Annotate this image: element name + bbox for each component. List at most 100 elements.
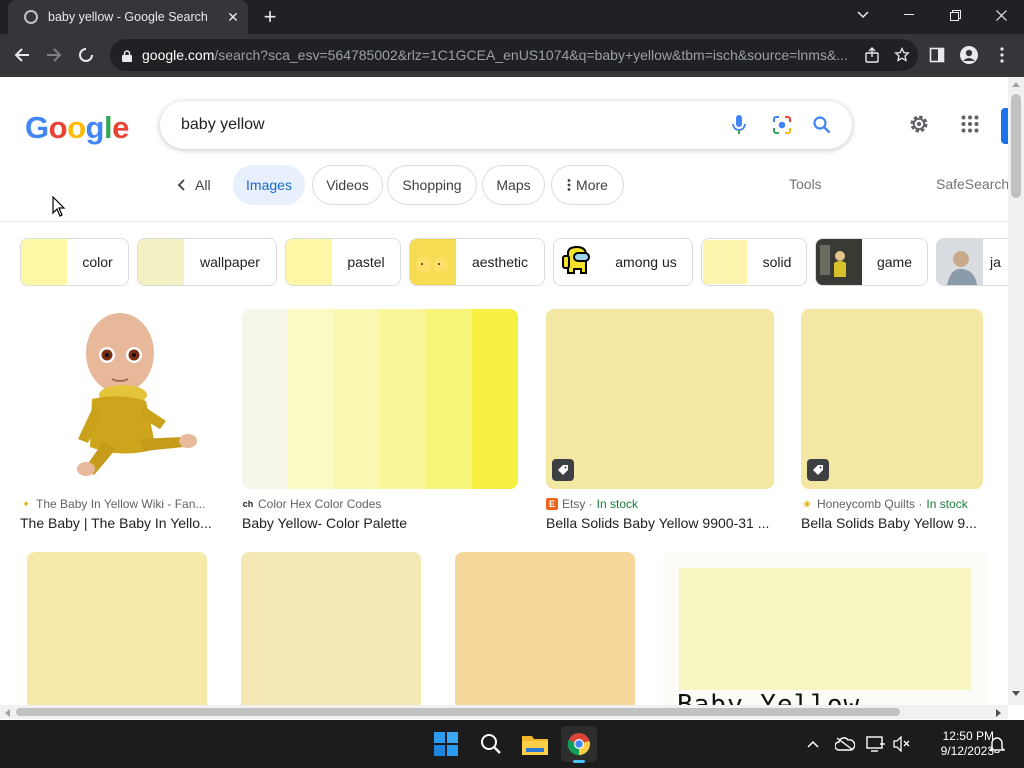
notification-bell-icon[interactable] (985, 732, 1009, 756)
google-logo[interactable]: Google (25, 110, 129, 146)
safesearch-button[interactable]: SafeSearch (936, 176, 1009, 192)
search-icon[interactable] (810, 113, 834, 137)
bookmark-star-icon[interactable] (888, 41, 916, 69)
chrome-taskbar-icon[interactable] (561, 726, 597, 763)
result-thumbnail[interactable] (546, 309, 774, 489)
result-card[interactable]: ✦ The Baby In Yellow Wiki - Fan... The B… (20, 309, 219, 537)
result-thumbnail[interactable] (455, 552, 635, 705)
scroll-right-arrow-icon[interactable] (996, 709, 1002, 717)
close-tab-icon[interactable]: ✕ (222, 9, 244, 26)
etsy-favicon-icon: E (546, 498, 558, 510)
scroll-left-arrow-icon[interactable] (4, 709, 10, 717)
lock-icon[interactable] (122, 49, 132, 62)
chip-label: aesthetic (471, 254, 529, 270)
taskbar-search-icon[interactable] (473, 726, 509, 762)
result-thumbnail[interactable] (20, 309, 219, 489)
profile-avatar-icon[interactable] (954, 40, 984, 70)
logo-letter: G (25, 110, 49, 145)
tab-shopping[interactable]: Shopping (387, 165, 477, 205)
side-panel-icon[interactable] (922, 40, 952, 70)
browser-tab[interactable]: baby yellow - Google Search ✕ (8, 0, 248, 34)
reload-stop-icon[interactable] (71, 40, 101, 70)
chip-aesthetic[interactable]: aesthetic (409, 238, 545, 286)
tab-more[interactable]: More (551, 165, 624, 205)
settings-gear-icon[interactable] (907, 112, 931, 136)
result-thumbnail[interactable] (242, 309, 518, 489)
chip-ja[interactable]: ja (936, 238, 1008, 286)
loading-favicon-icon (24, 10, 38, 24)
network-icon[interactable] (864, 732, 888, 756)
result-source-name: Honeycomb Quilts · (817, 497, 923, 511)
camera-lens-icon[interactable] (770, 113, 794, 137)
forward-arrow-icon[interactable] (39, 40, 69, 70)
chip-thumbnail (937, 239, 983, 285)
vertical-scrollbar[interactable] (1008, 77, 1024, 705)
palette-stripe (472, 309, 518, 489)
result-source-name: Etsy · (562, 497, 593, 511)
volume-muted-icon[interactable] (890, 732, 914, 756)
tab-maps[interactable]: Maps (482, 165, 545, 205)
result-title[interactable]: Bella Solids Baby Yellow 9900-31 ... (546, 515, 774, 531)
more-vert-icon (567, 179, 571, 191)
horizontal-scrollbar[interactable] (0, 705, 1008, 719)
result-source[interactable]: ch Color Hex Color Codes (242, 497, 518, 511)
result-source[interactable]: ✦ The Baby In Yellow Wiki - Fan... (20, 497, 219, 511)
result-thumbnail[interactable] (27, 552, 207, 705)
tray-chevron-up-icon[interactable] (801, 732, 825, 756)
chip-pastel[interactable]: pastel (285, 238, 401, 286)
search-input[interactable]: baby yellow (181, 116, 265, 134)
result-source-name: The Baby In Yellow Wiki - Fan... (36, 497, 206, 511)
tools-button[interactable]: Tools (789, 176, 822, 192)
restore-button[interactable] (932, 0, 978, 30)
microphone-icon[interactable] (727, 113, 751, 137)
result-card[interactable]: E Etsy · In stock Bella Solids Baby Yell… (546, 309, 774, 537)
tab-videos[interactable]: Videos (312, 165, 383, 205)
tab-images[interactable]: Images (233, 165, 305, 205)
tab-search-chevron-icon[interactable] (840, 0, 886, 30)
onedrive-cloud-icon[interactable] (833, 732, 857, 756)
tab-all[interactable]: All (170, 165, 220, 205)
chip-color[interactable]: color (20, 238, 129, 286)
result-thumbnail[interactable] (241, 552, 421, 705)
scroll-up-arrow-icon[interactable] (1012, 81, 1020, 87)
logo-letter: e (112, 110, 129, 145)
chrome-menu-icon[interactable] (987, 40, 1017, 70)
chevron-left-icon (177, 179, 185, 191)
share-icon[interactable] (858, 41, 886, 69)
result-thumbnail[interactable] (801, 309, 983, 489)
search-box[interactable]: baby yellow (160, 101, 852, 149)
google-apps-grid-icon[interactable] (958, 112, 982, 136)
result-title[interactable]: The Baby | The Baby In Yello... (20, 515, 219, 531)
minimize-button[interactable] (886, 0, 932, 30)
logo-letter: o (67, 110, 86, 145)
back-arrow-icon[interactable] (7, 40, 37, 70)
result-card[interactable]: ❀ Honeycomb Quilts · In stock Bella Soli… (801, 309, 983, 537)
chip-game[interactable]: game (815, 238, 928, 286)
header-divider (0, 221, 1010, 222)
system-clock[interactable]: 12:50 PM 9/12/2023 (918, 729, 994, 759)
chip-wallpaper[interactable]: wallpaper (137, 238, 277, 286)
windows-start-icon[interactable] (428, 726, 464, 762)
url-text[interactable]: google.com/search?sca_esv=564785002&rlz=… (142, 47, 858, 63)
chip-solid[interactable]: solid (701, 238, 807, 286)
result-source[interactable]: E Etsy · In stock (546, 497, 774, 511)
vertical-scroll-thumb[interactable] (1011, 94, 1021, 198)
windows-taskbar: 12:50 PM 9/12/2023 (0, 720, 1024, 768)
swatch-caption: Baby Yellow (677, 690, 861, 705)
address-bar[interactable]: google.com/search?sca_esv=564785002&rlz=… (110, 39, 918, 71)
result-title[interactable]: Bella Solids Baby Yellow 9... (801, 515, 983, 531)
chip-among-us[interactable]: among us (553, 238, 693, 286)
close-window-button[interactable] (978, 0, 1024, 30)
result-card[interactable]: ch Color Hex Color Codes Baby Yellow- Co… (242, 309, 518, 537)
clock-time: 12:50 PM (942, 729, 994, 743)
site-favicon-icon: ❀ (803, 498, 811, 509)
product-tag-icon (807, 459, 829, 481)
result-thumbnail[interactable]: Baby Yellow (663, 552, 987, 705)
palette-stripe (242, 309, 288, 489)
scroll-down-arrow-icon[interactable] (1012, 691, 1020, 697)
result-source[interactable]: ❀ Honeycomb Quilts · In stock (801, 497, 983, 511)
new-tab-button[interactable]: + (258, 4, 282, 30)
file-explorer-icon[interactable] (517, 726, 553, 762)
horizontal-scroll-thumb[interactable] (16, 708, 900, 716)
result-title[interactable]: Baby Yellow- Color Palette (242, 515, 518, 531)
